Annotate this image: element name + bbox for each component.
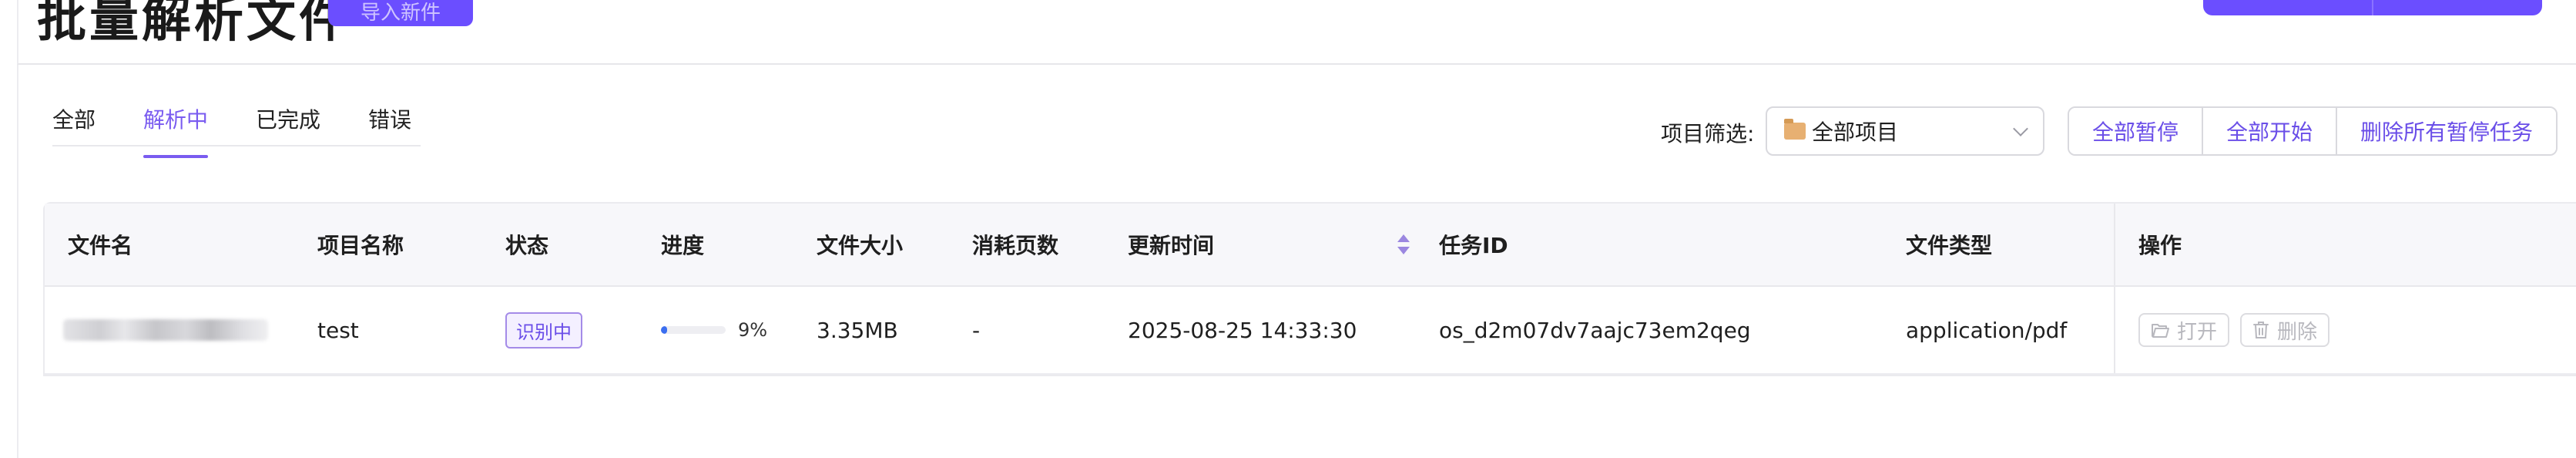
open-button[interactable]: 打开 bbox=[2138, 313, 2230, 347]
column-header-task-id: 任务ID bbox=[1439, 233, 1508, 258]
page-title: 批量解析文件 bbox=[37, 0, 351, 49]
column-header-file-name: 文件名 bbox=[68, 233, 133, 258]
column-divider bbox=[2114, 204, 2115, 285]
table-row: test 识别中 9% 3.35MB - 2025-08-25 14:33:30… bbox=[45, 287, 2576, 375]
project-filter-value: 全部项目 bbox=[1812, 120, 1899, 145]
project-filter-select[interactable]: 全部项目 bbox=[1766, 106, 2044, 156]
status-tabs: 全部 解析中 已完成 错误 bbox=[52, 103, 421, 158]
open-button-label: 打开 bbox=[2177, 320, 2218, 344]
chevron-down-icon bbox=[2013, 121, 2028, 136]
redacted-file-name bbox=[63, 319, 268, 341]
tab-parsing[interactable]: 解析中 bbox=[143, 103, 209, 158]
delete-button[interactable]: 删除 bbox=[2240, 313, 2330, 347]
file-name-cell bbox=[63, 287, 268, 373]
status-badge: 识别中 bbox=[505, 312, 582, 349]
folder-icon bbox=[1784, 119, 1806, 140]
delete-paused-button[interactable]: 删除所有暂停任务 bbox=[2336, 108, 2557, 154]
status-cell: 识别中 bbox=[505, 287, 582, 373]
pages-cell: - bbox=[972, 317, 981, 343]
file-type-cell: application/pdf bbox=[1906, 317, 2068, 343]
task-id-cell: os_d2m07dv7aajc73em2qeg bbox=[1439, 317, 1751, 343]
pause-all-button[interactable]: 全部暂停 bbox=[2069, 108, 2202, 154]
progress-track bbox=[661, 326, 726, 334]
column-header-size: 文件大小 bbox=[817, 233, 904, 258]
page: 批量解析文件 导入新件 全部 解析中 已完成 错误 项目筛选: 全部项目 全部暂… bbox=[0, 0, 2576, 458]
content-card: 全部 解析中 已完成 错误 项目筛选: 全部项目 全部暂停 全部开始 删除所有暂… bbox=[17, 65, 2576, 458]
table-header: 文件名 项目名称 状态 进度 文件大小 消耗页数 更新时间 任务ID 文件类型 … bbox=[45, 204, 2576, 287]
column-header-pages: 消耗页数 bbox=[972, 233, 1059, 258]
column-header-updated[interactable]: 更新时间 bbox=[1128, 204, 1214, 285]
updated-cell: 2025-08-25 14:33:30 bbox=[1128, 317, 1357, 343]
delete-button-label: 删除 bbox=[2277, 320, 2318, 344]
start-all-button[interactable]: 全部开始 bbox=[2202, 108, 2336, 154]
size-cell: 3.35MB bbox=[817, 317, 898, 343]
tab-completed[interactable]: 已完成 bbox=[256, 103, 320, 145]
column-header-actions: 操作 bbox=[2138, 233, 2182, 258]
progress-percent: 9% bbox=[738, 319, 768, 341]
sort-icon[interactable] bbox=[1397, 234, 1410, 256]
project-cell: test bbox=[317, 317, 359, 343]
trash-icon bbox=[2253, 322, 2269, 338]
folder-open-icon bbox=[2152, 324, 2169, 338]
project-filter-label: 项目筛选: bbox=[1661, 121, 1755, 146]
tab-error[interactable]: 错误 bbox=[368, 103, 411, 145]
column-header-project: 项目名称 bbox=[317, 233, 404, 258]
task-table: 文件名 项目名称 状态 进度 文件大小 消耗页数 更新时间 任务ID 文件类型 … bbox=[43, 202, 2576, 376]
column-header-file-type: 文件类型 bbox=[1906, 233, 1993, 258]
column-header-status: 状态 bbox=[505, 233, 549, 258]
upload-button[interactable]: 导入新件 bbox=[328, 0, 473, 26]
header-action-button-2[interactable] bbox=[2372, 0, 2542, 15]
column-divider bbox=[2114, 287, 2115, 373]
progress-cell: 9% bbox=[661, 287, 767, 373]
header-action-button-1[interactable] bbox=[2203, 0, 2372, 15]
header-button-group bbox=[2203, 0, 2542, 15]
actions-cell: 打开 删除 bbox=[2138, 287, 2340, 373]
tab-all[interactable]: 全部 bbox=[52, 103, 96, 145]
progress-fill bbox=[661, 326, 667, 334]
progress-indicator: 9% bbox=[661, 319, 767, 341]
bulk-action-group: 全部暂停 全部开始 删除所有暂停任务 bbox=[2068, 106, 2558, 156]
column-header-progress: 进度 bbox=[661, 233, 705, 258]
